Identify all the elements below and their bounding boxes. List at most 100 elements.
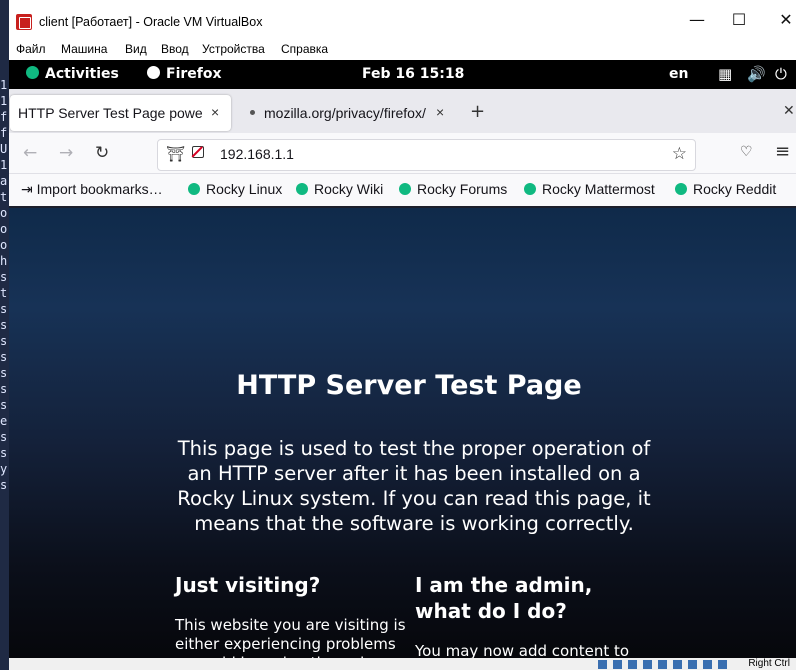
visiting-text: This website you are visiting is either … [175, 616, 406, 658]
background-terminal-char: U [0, 142, 8, 156]
bookmark-rocky-wiki[interactable]: Rocky Wiki [296, 181, 383, 197]
bookmark-label: Import bookmarks… [36, 181, 163, 197]
tab-http-test-page[interactable]: HTTP Server Test Page powered by × [10, 95, 231, 131]
background-terminal-char: s [0, 334, 8, 348]
bookmarks-toolbar: ⇥ Import bookmarks… Rocky Linux Rocky Wi… [9, 174, 796, 206]
admin-text: You may now add content to the webroot d… [415, 642, 630, 658]
tab-unread-dot [250, 110, 255, 115]
background-terminal-char: t [0, 286, 8, 300]
device-status-icons[interactable] [598, 660, 728, 669]
app-name: Firefox [166, 66, 222, 82]
host-key-label: Right Ctrl [748, 658, 790, 669]
background-terminal-char: s [0, 382, 8, 396]
bookmark-rocky-mattermost[interactable]: Rocky Mattermost [524, 181, 655, 197]
activities-label: Activities [45, 66, 119, 82]
gnome-top-bar: Activities Firefox Feb 16 15:18 en ▦ 🔊 ⏻ [9, 60, 796, 89]
vm-status-bar: Right Ctrl [9, 658, 796, 670]
maximize-button[interactable]: ☐ [719, 10, 759, 34]
menu-help[interactable]: Справка [281, 42, 328, 56]
shield-icon[interactable]: ⛩ [166, 145, 185, 163]
menu-file[interactable]: Файл [16, 42, 46, 56]
bookmark-star-icon[interactable]: ☆ [672, 144, 687, 164]
background-terminal-char: s [0, 270, 8, 284]
back-arrow-icon[interactable]: ← [23, 143, 37, 163]
url-bar[interactable]: ⛩ 192.168.1.1 ☆ [157, 139, 696, 171]
import-icon: ⇥ [21, 181, 37, 197]
pocket-icon[interactable]: ♡ [740, 144, 753, 160]
page-content: HTTP Server Test Page This page is used … [9, 208, 796, 658]
rocky-icon [188, 183, 200, 195]
bookmark-label: Rocky Forums [417, 181, 508, 197]
menu-devices[interactable]: Устройства [202, 42, 265, 56]
background-terminal-char: e [0, 414, 8, 428]
visiting-heading: Just visiting? [175, 573, 321, 597]
tab-strip: HTTP Server Test Page powered by × mozil… [9, 89, 796, 133]
background-terminal-char: s [0, 350, 8, 364]
tab-mozilla-privacy[interactable]: mozilla.org/privacy/firefox/ × [247, 95, 457, 131]
background-terminal-char: o [0, 238, 8, 252]
virtualbox-window: client [Работает] - Oracle VM VirtualBox… [9, 0, 796, 670]
menu-view[interactable]: Вид [125, 42, 147, 56]
title-bar: client [Работает] - Oracle VM VirtualBox… [9, 0, 796, 42]
volume-icon[interactable]: 🔊 [747, 65, 766, 83]
background-terminal-char: f [0, 110, 8, 124]
background-terminal-char: s [0, 446, 8, 460]
bookmark-import[interactable]: ⇥ Import bookmarks… [21, 181, 163, 198]
firefox-close-icon[interactable]: ✕ [783, 103, 795, 119]
reload-icon[interactable]: ↻ [95, 143, 109, 163]
close-tab-icon[interactable]: × [211, 104, 219, 120]
intro-paragraph: This page is used to test the proper ope… [177, 437, 651, 535]
background-terminal-char: h [0, 254, 8, 268]
menu-bar: Файл Машина Вид Ввод Устройства Справка [9, 42, 796, 60]
background-terminal-char: s [0, 366, 8, 380]
power-icon[interactable]: ⏻ [775, 65, 787, 83]
background-terminal-char: y [0, 462, 8, 476]
rocky-icon [296, 183, 308, 195]
virtualbox-app-icon [16, 14, 32, 30]
bookmark-rocky-linux[interactable]: Rocky Linux [188, 181, 282, 197]
firefox-window: HTTP Server Test Page powered by × mozil… [9, 89, 796, 206]
background-terminal-char: s [0, 318, 8, 332]
close-window-button[interactable]: ✕ [766, 10, 796, 34]
guest-screen: Activities Firefox Feb 16 15:18 en ▦ 🔊 ⏻… [9, 60, 796, 658]
background-terminal-char: 1 [0, 158, 8, 172]
bookmark-rocky-reddit[interactable]: Rocky Reddit [675, 181, 776, 197]
bookmark-label: Rocky Wiki [314, 181, 384, 197]
keyboard-layout-indicator[interactable]: en [669, 66, 688, 82]
url-text[interactable]: 192.168.1.1 [220, 146, 294, 162]
background-terminal-char: s [0, 398, 8, 412]
bookmark-label: Rocky Linux [206, 181, 283, 197]
hamburger-menu-icon[interactable]: ≡ [775, 141, 790, 162]
background-terminal-char: s [0, 302, 8, 316]
background-terminal-strip: 11ffU1atooohstsssssssessys [0, 0, 9, 670]
bookmark-rocky-forums[interactable]: Rocky Forums [399, 181, 507, 197]
minimize-button[interactable]: — [677, 10, 717, 34]
firefox-icon [147, 66, 160, 79]
admin-heading: I am the admin, what do I do? [415, 573, 593, 623]
rocky-icon [399, 183, 411, 195]
background-terminal-char: s [0, 430, 8, 444]
background-terminal-char: o [0, 206, 8, 220]
background-terminal-char: f [0, 126, 8, 140]
menu-machine[interactable]: Машина [61, 42, 107, 56]
tab-label: HTTP Server Test Page powered by [18, 105, 203, 121]
rocky-logo-icon [26, 66, 39, 79]
background-terminal-char: s [0, 478, 8, 492]
forward-arrow-icon[interactable]: → [59, 143, 73, 163]
background-terminal-char: 1 [0, 94, 8, 108]
firefox-app-menu[interactable]: Firefox [147, 66, 222, 82]
insecure-lock-icon[interactable] [192, 146, 204, 158]
activities-button[interactable]: Activities [26, 66, 119, 82]
close-tab-icon[interactable]: × [436, 104, 444, 120]
new-tab-button[interactable]: + [470, 101, 485, 122]
menu-input[interactable]: Ввод [161, 42, 189, 56]
bookmark-label: Rocky Reddit [693, 181, 777, 197]
bookmark-label: Rocky Mattermost [542, 181, 655, 197]
rocky-icon [675, 183, 687, 195]
tab-label: mozilla.org/privacy/firefox/ [264, 105, 426, 121]
navigation-toolbar: ← → ↻ ⛩ 192.168.1.1 ☆ ♡ ≡ [9, 133, 796, 174]
network-icon[interactable]: ▦ [718, 65, 732, 83]
window-title: client [Работает] - Oracle VM VirtualBox [39, 15, 263, 29]
background-terminal-char: 1 [0, 78, 8, 92]
clock[interactable]: Feb 16 15:18 [362, 66, 464, 82]
